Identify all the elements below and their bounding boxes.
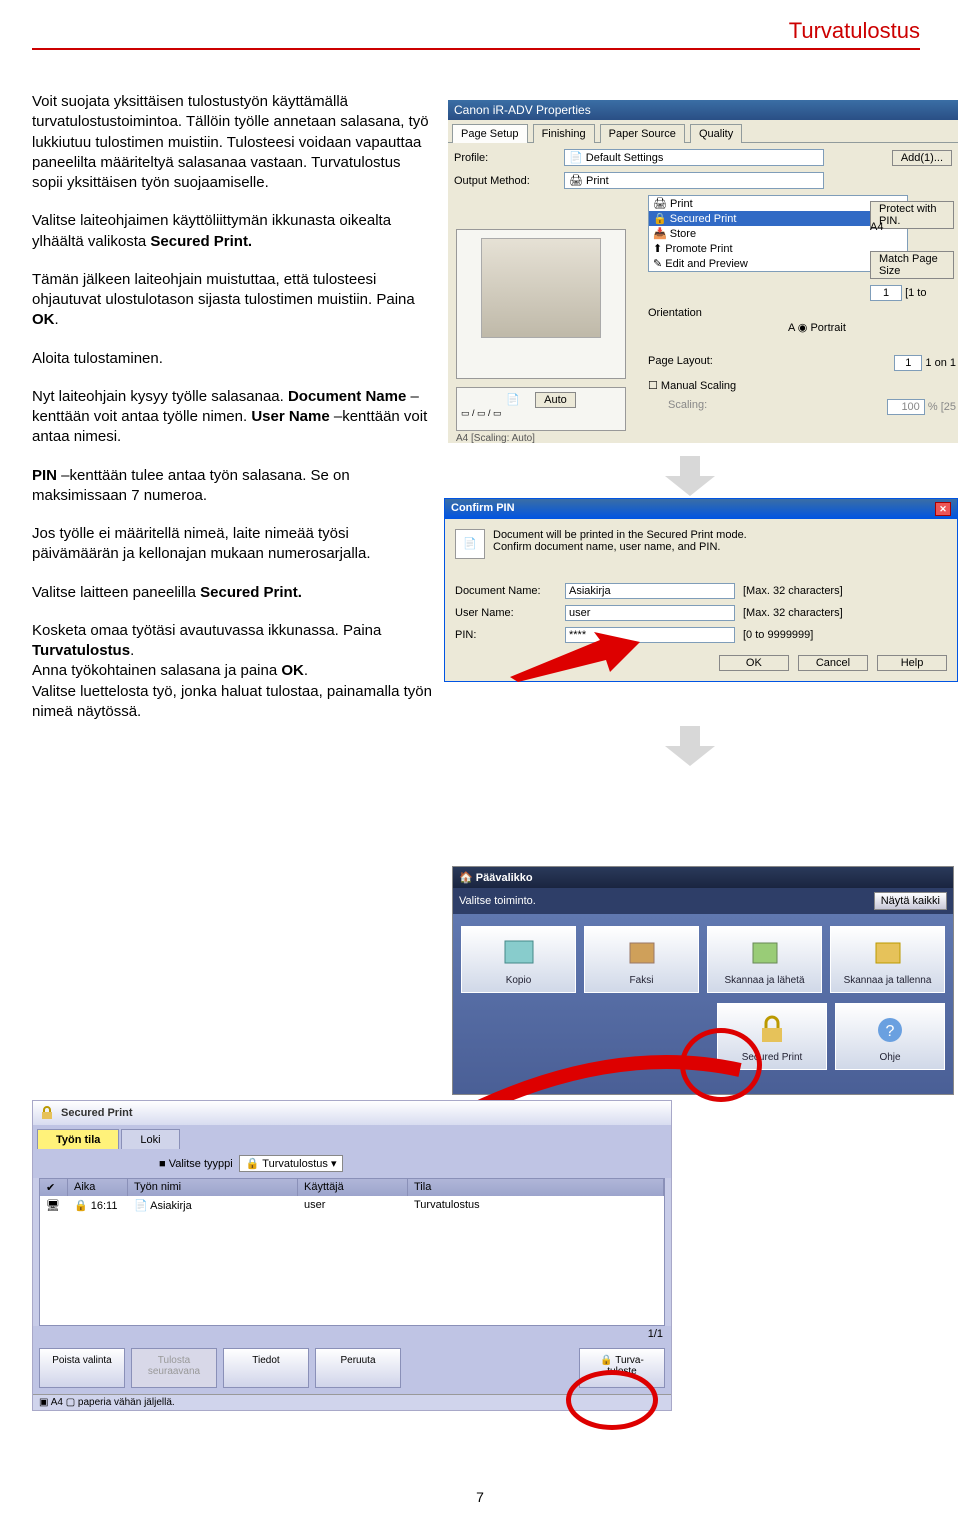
lock-icon [39, 1105, 55, 1121]
match-page-button[interactable]: Match Page Size [870, 251, 954, 279]
dd-promote[interactable]: ⬆ Promote Print [649, 241, 907, 256]
cancel-button[interactable]: Cancel [798, 655, 868, 671]
scaling-hint: % [25 [928, 401, 956, 413]
help-button[interactable]: Help [877, 655, 947, 671]
output-dropdown-list[interactable]: 🖨 Print 🔒 Secured Print 📥 Store ⬆ Promot… [648, 195, 908, 272]
title-rule [32, 48, 920, 50]
intro-p2: Valitse laiteohjaimen käyttöliittymän ik… [32, 211, 432, 252]
svg-text:?: ? [886, 1023, 895, 1040]
page-layout-label: Page Layout: [648, 355, 713, 367]
tab-finishing[interactable]: Finishing [533, 124, 595, 143]
auto-panel: 📄 Auto ▭ / ▭ / ▭ [456, 387, 626, 431]
flow-arrow-icon [660, 726, 720, 766]
layout-value[interactable]: 1 [894, 355, 922, 371]
col-nimi: Työn nimi [128, 1179, 298, 1196]
tab-page-setup[interactable]: Page Setup [452, 124, 528, 143]
scaling-value: 100 [887, 399, 925, 415]
red-arrow-icon [510, 632, 640, 682]
page-indicator: 1/1 [33, 1326, 671, 1342]
red-ring-highlight [680, 1028, 762, 1102]
orientation-label: Orientation [648, 307, 702, 319]
intro-p7: Jos työlle ei määritellä nimeä, laite ni… [32, 524, 432, 565]
output-select[interactable]: 🖨 Print [564, 172, 824, 189]
dd-secured-print[interactable]: 🔒 Secured Print [649, 211, 907, 226]
cell-skannaa-tallenna[interactable]: Skannaa ja tallenna [830, 926, 945, 993]
page-title: Turvatulostus [0, 0, 960, 44]
col-kayttaja: Käyttäjä [298, 1179, 408, 1196]
pin-line2: Confirm document name, user name, and PI… [455, 541, 947, 553]
filter-select[interactable]: 🔒 Turvatulostus ▾ [239, 1155, 344, 1172]
show-all-button[interactable]: Näytä kaikki [874, 892, 947, 910]
profile-select[interactable]: 📄 Default Settings [564, 149, 824, 166]
cell-ohje[interactable]: ? Ohje [835, 1003, 945, 1070]
doc-name-input[interactable]: Asiakirja [565, 583, 735, 599]
dialog-title: Canon iR-ADV Properties [448, 100, 958, 120]
tab-loki[interactable]: Loki [121, 1129, 179, 1149]
intro-p8: Valitse laitteen paneelilla Secured Prin… [32, 583, 432, 603]
btn-tulosta-seuraavana: Tulosta seuraavana [131, 1348, 217, 1388]
btn-poista[interactable]: Poista valinta [39, 1348, 125, 1388]
dd-edit-preview[interactable]: ✎ Edit and Preview [649, 256, 907, 271]
cell-skannaa-laheta[interactable]: Skannaa ja lähetä [707, 926, 822, 993]
tab-tyon-tila[interactable]: Työn tila [37, 1129, 119, 1149]
col-aika: Aika [68, 1179, 128, 1196]
copies-hint: [1 to [905, 287, 926, 299]
auto-button[interactable]: Auto [535, 392, 576, 408]
cell-faksi[interactable]: Faksi [584, 926, 699, 993]
user-name-input[interactable]: user [565, 605, 735, 621]
intro-p1: Voit suojata yksittäisen tulostustyön kä… [32, 92, 432, 193]
flow-arrow-icon [660, 456, 720, 496]
printer-preview [456, 229, 626, 379]
user-name-label: User Name: [455, 607, 565, 619]
btn-tiedot[interactable]: Tiedot [223, 1348, 309, 1388]
profile-label: Profile: [454, 152, 564, 164]
doc-name-hint: [Max. 32 characters] [743, 585, 843, 597]
tab-paper-source[interactable]: Paper Source [600, 124, 685, 143]
tab-quality[interactable]: Quality [690, 124, 742, 143]
pin-hint: [0 to 9999999] [743, 629, 813, 641]
intro-p5: Nyt laiteohjain kysyy työlle salasanaa. … [32, 387, 432, 448]
main-menu-title: 🏠 Päävalikko [453, 867, 953, 888]
a4-scaling-text: A4 [Scaling: Auto] [456, 433, 535, 443]
add-button[interactable]: Add(1)... [892, 150, 952, 166]
page-number: 7 [0, 1489, 960, 1505]
manual-scaling-check[interactable]: ☐ Manual Scaling [648, 379, 736, 392]
intro-p6: PIN –kenttään tulee antaa työn salasana.… [32, 466, 432, 507]
pin-title: Confirm PIN [451, 502, 515, 516]
job-row[interactable]: 🖥 🔒 16:11 📄 Asiakirja user Turvatulostus [40, 1196, 664, 1215]
info-icon: 📄 [455, 529, 485, 559]
intro-p4: Aloita tulostaminen. [32, 349, 432, 369]
filter-label: Valitse tyyppi [169, 1158, 233, 1170]
col-tila: Tila [408, 1179, 664, 1196]
sp-title: Secured Print [61, 1107, 133, 1119]
instruction-text: Voit suojata yksittäisen tulostustyön kä… [32, 92, 432, 740]
dd-store[interactable]: 📥 Store [649, 226, 907, 241]
ok-button[interactable]: OK [719, 655, 789, 671]
properties-dialog: Canon iR-ADV Properties Page Setup Finis… [448, 100, 958, 443]
doc-name-label: Document Name: [455, 585, 565, 597]
portrait-radio[interactable]: A ◉ Portrait [788, 321, 846, 334]
job-list: ✔ Aika Työn nimi Käyttäjä Tila 🖥 🔒 16:11… [39, 1178, 665, 1326]
cell-kopio[interactable]: Kopio [461, 926, 576, 993]
btn-peruuta[interactable]: Peruuta [315, 1348, 401, 1388]
secured-print-panel: Secured Print Työn tila Loki ■ Valitse t… [32, 1100, 672, 1411]
pin-line1: Document will be printed in the Secured … [455, 529, 947, 541]
intro-p3: Tämän jälkeen laiteohjain muistuttaa, et… [32, 270, 432, 331]
col-check: ✔ [40, 1179, 68, 1196]
red-ring-highlight [566, 1370, 658, 1430]
output-label: Output Method: [454, 175, 564, 187]
scaling-label: Scaling: [668, 399, 707, 411]
intro-p9: Kosketa omaa työtäsi avautuvassa ikkunas… [32, 621, 432, 722]
close-icon[interactable]: ✕ [935, 502, 951, 516]
tab-bar: Page Setup Finishing Paper Source Qualit… [448, 120, 958, 143]
copies-input[interactable]: 1 [870, 285, 902, 301]
dd-print[interactable]: 🖨 Print [649, 196, 907, 211]
layout-hint: 1 on 1 [925, 357, 956, 369]
a4-label: A4 [870, 221, 956, 233]
user-name-hint: [Max. 32 characters] [743, 607, 843, 619]
main-menu-sub: Valitse toiminto. [459, 895, 536, 907]
